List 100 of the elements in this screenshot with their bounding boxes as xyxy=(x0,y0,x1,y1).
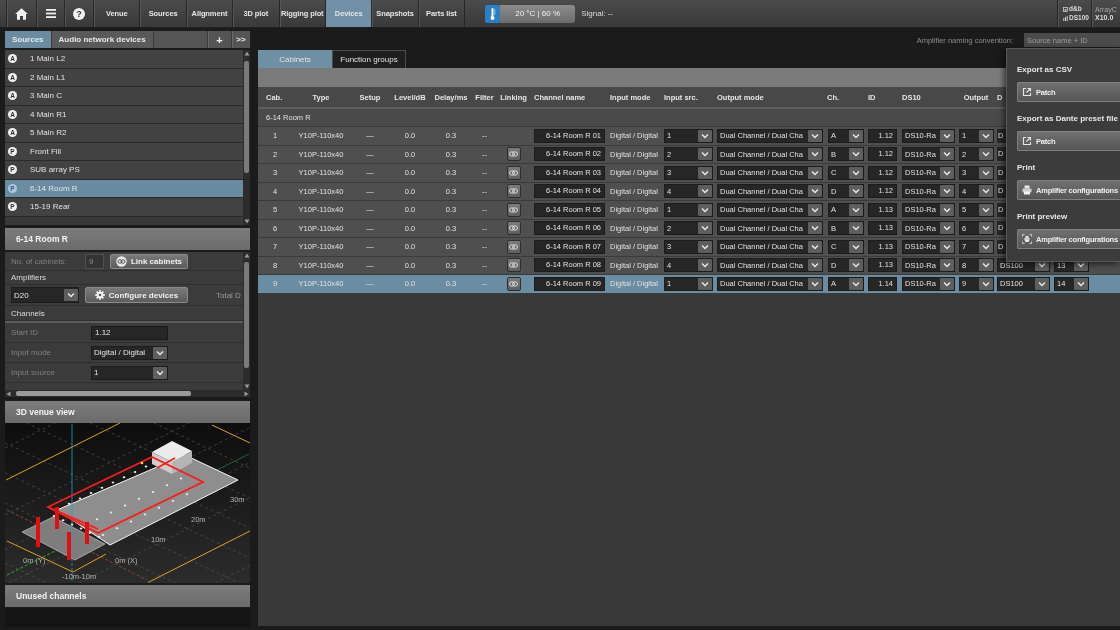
section-header: 3D venue view xyxy=(5,401,250,423)
chevron-down-icon xyxy=(940,148,954,161)
thermometer-icon[interactable] xyxy=(485,5,501,23)
menu-icon[interactable] xyxy=(45,9,56,18)
chevron-down-icon xyxy=(979,277,993,290)
scroll-thumb[interactable] xyxy=(244,262,249,368)
scroll-up-icon[interactable] xyxy=(243,253,250,258)
bars-icon xyxy=(1063,15,1068,21)
chevron-down-icon xyxy=(808,259,822,272)
section-header: 6-14 Room R xyxy=(5,228,250,250)
link-button[interactable] xyxy=(506,184,521,199)
printer-icon xyxy=(1022,185,1032,195)
link-button[interactable] xyxy=(506,165,521,180)
text-field[interactable]: 1.12 xyxy=(91,325,168,340)
dropdown[interactable]: Digital / Digital xyxy=(91,345,168,360)
field-label: Input source xyxy=(11,368,57,377)
scroll-thumb[interactable] xyxy=(16,391,191,396)
scroll-right-icon[interactable] xyxy=(244,390,249,397)
gear-icon xyxy=(94,290,105,300)
chevron-down-icon xyxy=(808,166,822,179)
chevron-down-icon xyxy=(849,222,863,235)
chevron-down-icon xyxy=(979,148,993,161)
scroll-thumb[interactable] xyxy=(244,61,249,173)
chevron-down-icon xyxy=(979,222,993,235)
chevron-down-icon xyxy=(979,185,993,198)
chevron-down-icon xyxy=(940,185,954,198)
field-label: Start ID xyxy=(11,328,40,337)
link-cabinets-button[interactable]: Link cabinets xyxy=(110,253,188,269)
menu-section-title: Export as Dante preset file xyxy=(1017,113,1118,125)
menu-section-title: Print preview xyxy=(1017,211,1068,223)
chevron-down-icon xyxy=(808,222,822,235)
link-icon xyxy=(509,151,518,158)
chevron-down-icon xyxy=(1074,277,1088,290)
chevron-down-icon xyxy=(849,185,863,198)
link-button[interactable] xyxy=(506,221,521,236)
add-button[interactable]: + xyxy=(207,31,231,48)
chevron-down-icon xyxy=(64,289,78,301)
link-button[interactable] xyxy=(506,239,521,254)
scrollbar[interactable] xyxy=(243,252,250,390)
venue-3d-view[interactable] xyxy=(5,423,250,583)
export-icon xyxy=(1022,136,1032,146)
link-icon xyxy=(509,188,518,195)
chevron-down-icon xyxy=(940,259,954,272)
chevron-down-icon xyxy=(808,129,822,142)
configure-devices-button[interactable]: Configure devices xyxy=(85,287,188,303)
chevron-down-icon xyxy=(808,148,822,161)
chevron-down-icon xyxy=(849,203,863,216)
chevron-down-icon xyxy=(979,240,993,253)
chevron-down-icon xyxy=(979,259,993,272)
chevron-down-icon xyxy=(698,277,712,290)
chevron-down-icon xyxy=(808,185,822,198)
dropdown[interactable]: D20 xyxy=(11,287,79,303)
chevron-down-icon xyxy=(808,203,822,216)
climate-reading: 20 °C | 60 % xyxy=(500,5,576,23)
chevron-down-icon xyxy=(849,166,863,179)
chevron-down-icon xyxy=(849,129,863,142)
chevron-down-icon xyxy=(698,185,712,198)
help-button[interactable]: ? xyxy=(73,7,85,20)
chevron-down-icon xyxy=(808,277,822,290)
dropdown[interactable]: 1 xyxy=(91,365,168,380)
view-tab[interactable]: Function groups xyxy=(332,50,406,68)
group-label: Amplifiers xyxy=(11,273,47,282)
chevron-down-icon xyxy=(153,346,167,359)
scrollbar[interactable] xyxy=(5,390,250,397)
menu-section-title: Export as CSV xyxy=(1017,64,1073,76)
chevron-down-icon xyxy=(153,366,167,379)
print-preview-icon xyxy=(1022,234,1032,244)
chevron-down-icon xyxy=(698,166,712,179)
chevron-down-icon xyxy=(940,240,954,253)
link-icon xyxy=(509,206,518,213)
speaker-icon xyxy=(1063,6,1068,12)
link-icon xyxy=(509,280,518,287)
signal-status: Signal: -- xyxy=(581,9,614,18)
field-label: Total D xyxy=(216,290,241,300)
link-button[interactable] xyxy=(506,147,521,162)
home-icon[interactable] xyxy=(15,7,28,20)
link-button[interactable] xyxy=(506,258,521,273)
link-button[interactable] xyxy=(506,202,521,217)
link-icon xyxy=(115,255,127,267)
link-icon xyxy=(509,243,518,250)
chevron-down-icon xyxy=(849,148,863,161)
chevron-down-icon xyxy=(940,277,954,290)
section-header: Unused channels xyxy=(5,585,250,607)
menu-section-title: Print xyxy=(1017,162,1036,174)
chevron-down-icon xyxy=(698,203,712,216)
scroll-left-icon[interactable] xyxy=(6,390,11,397)
expand-button[interactable]: >> xyxy=(231,31,250,48)
link-button[interactable] xyxy=(506,276,521,291)
link-icon xyxy=(509,262,518,269)
chevron-down-icon xyxy=(849,277,863,290)
scroll-down-icon[interactable] xyxy=(243,219,250,224)
chevron-down-icon xyxy=(698,240,712,253)
link-icon xyxy=(509,169,518,176)
sidebar-tab[interactable]: Audio network devices xyxy=(51,31,154,48)
scrollbar[interactable] xyxy=(243,50,250,225)
export-icon xyxy=(1022,87,1032,97)
chevron-down-icon xyxy=(698,148,712,161)
scroll-up-icon[interactable] xyxy=(243,51,250,56)
link-icon xyxy=(509,225,518,232)
chevron-down-icon xyxy=(940,222,954,235)
